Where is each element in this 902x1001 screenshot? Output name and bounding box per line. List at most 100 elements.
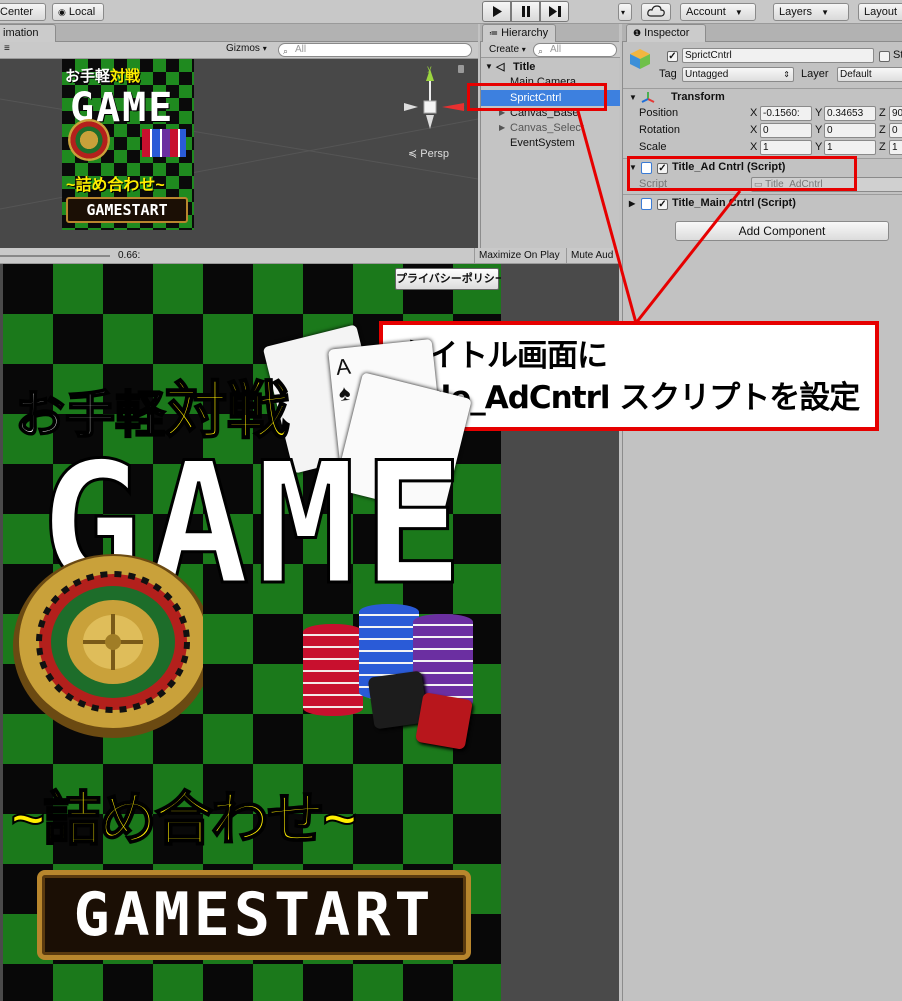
tab-animation-label: imation [3,27,39,39]
chevron-updown-icon: ⇕ [783,70,790,79]
globe-icon: ◉ [58,7,66,17]
csharp-script-icon [641,198,652,210]
hierarchy-item-label: Canvas_Select [510,122,584,134]
step-button[interactable] [540,1,569,22]
annotation-hierarchy-highlight [467,83,607,111]
rotation-label: Rotation [639,124,680,136]
position-label: Position [639,107,679,119]
tag-value: Untagged [685,69,729,80]
collab-dropdown-button[interactable]: ▾ [618,3,632,21]
scale-x-field[interactable]: 1 [760,140,812,155]
chevron-down-icon: ▾ [621,8,626,17]
chevron-down-icon: ▾ [262,44,267,53]
layer-label: Layer [801,68,829,80]
scene-view[interactable]: お手軽対戦 GAME ~詰め合わせ~ GAMESTART y x ≼ Persp [0,59,478,248]
mute-audio-toggle[interactable]: Mute Aud [566,248,619,264]
persp-label[interactable]: ≼ Persp [408,147,449,160]
scene-options-button[interactable]: ≡ [4,43,10,54]
scale-z-field[interactable]: 1 [889,140,902,155]
maximize-on-play-toggle[interactable]: Maximize On Play [474,248,564,264]
transform-header[interactable]: ▼ Transform [623,88,902,106]
tag-dropdown[interactable]: Untagged ⇕ [682,67,794,82]
cloud-button[interactable] [641,3,671,21]
position-z-field[interactable]: 90 [889,106,902,121]
tag-label: Tag [659,68,677,80]
scene-orientation-gizmo[interactable]: y x [398,65,468,145]
position-y-field[interactable]: 0.34653 [824,106,876,121]
pivot-center-button[interactable]: Center [0,3,46,21]
scene-toolbar: ≡ Gizmos ▾ ⌕ All [0,42,478,59]
playback-controls [482,1,569,22]
scale-slider[interactable] [0,255,110,257]
add-component-button[interactable]: Add Component [675,221,889,241]
scene-search-input[interactable]: ⌕ All [278,43,472,57]
tab-hierarchy-label: Hierarchy [501,27,549,39]
script2-header[interactable]: ▶ ✓ Title_Main Cntrl (Script) [623,194,902,212]
layer-dropdown[interactable]: Default [837,67,902,82]
create-label: Create [489,44,520,55]
account-dropdown[interactable]: Account ▼ [680,3,756,21]
object-name-value: SprictCntrl [685,50,732,61]
privacy-policy-label: プライバシーポリシー [396,273,501,285]
foldout-closed-icon: ▶ [499,123,506,132]
annotation-script-highlight [627,156,857,191]
script2-enabled-checkbox[interactable]: ✓ [657,199,668,210]
scene-search-placeholder: All [295,44,307,55]
privacy-policy-button[interactable]: プライバシーポリシー [395,268,501,290]
preview-title: お手軽対戦 [65,65,140,86]
mute-label: Mute Aud [571,250,614,261]
foldout-open-icon: ▼ [629,93,637,102]
hierarchy-item-eventsystem[interactable]: EventSystem [481,135,620,151]
tab-inspector[interactable]: ❶ Inspector [626,24,706,42]
cloud-icon [647,5,665,17]
z-axis-label: Z [879,107,886,119]
chevron-down-icon: ▼ [821,8,830,17]
chip-stack-red [303,624,363,716]
layout-dropdown[interactable]: Layout [858,3,902,21]
lock-icon[interactable] [458,65,464,73]
hierarchy-search-input[interactable]: ⌕ All [533,43,617,57]
transform-axes-icon [641,92,655,103]
rotation-y-value: 0 [827,125,833,136]
scale-label: Scale [639,141,667,153]
x-axis-label: X [750,107,758,119]
rotation-x-field[interactable]: 0 [760,123,812,138]
preview-title-prefix: お手軽 [65,67,111,85]
hierarchy-toolbar: Create ▾ ⌕ All [481,42,620,58]
game-start-button[interactable]: GAMESTART [37,870,471,960]
hierarchy-scene-row[interactable]: ▼ ◁ Title [481,59,620,75]
hierarchy-tabbar: ≔ Hierarchy [480,24,619,42]
pause-button[interactable] [511,1,540,22]
hierarchy-item-canvas-select[interactable]: ▶ Canvas_Select [481,120,620,136]
tab-hierarchy[interactable]: ≔ Hierarchy [482,24,556,42]
scale-y-field[interactable]: 1 [824,140,876,155]
tab-animation[interactable]: imation [0,24,56,42]
static-checkbox[interactable] [879,51,890,62]
position-x-field[interactable]: -0.1560: [760,106,812,121]
ace-spade-icon: A ♠ [334,353,352,406]
pivot-local-button[interactable]: ◉ Local [52,3,104,21]
game-toolbar: 0.66: Maximize On Play Mute Aud [0,248,619,264]
position-x-value: -0.1560: [763,108,800,119]
gizmos-label: Gizmos [226,43,260,54]
tab-inspector-label: Inspector [644,27,690,39]
transform-title: Transform [671,91,725,103]
hierarchy-item-label: EventSystem [510,137,575,149]
rotation-y-field[interactable]: 0 [824,123,876,138]
object-name-field[interactable]: SprictCntrl [682,48,874,63]
rotation-z-field[interactable]: 0 [889,123,902,138]
object-active-checkbox[interactable]: ✓ [667,51,678,62]
rotation-z-value: 0 [892,125,898,136]
hierarchy-scene-name: Title [513,61,536,73]
create-dropdown[interactable]: Create ▾ [489,44,526,55]
gizmos-dropdown[interactable]: Gizmos ▾ [226,43,267,54]
play-button[interactable] [482,1,511,22]
persp-icon: ≼ [408,148,418,160]
pivot-center-label: Center [0,6,34,18]
search-icon: ⌕ [538,46,544,56]
layers-label: Layers [779,6,813,18]
layers-dropdown[interactable]: Layers ▼ [773,3,849,21]
scale-x-value: 1 [763,142,769,153]
step-icon [548,6,561,17]
rotation-row: Rotation X 0 Y 0 Z 0 [623,122,902,139]
